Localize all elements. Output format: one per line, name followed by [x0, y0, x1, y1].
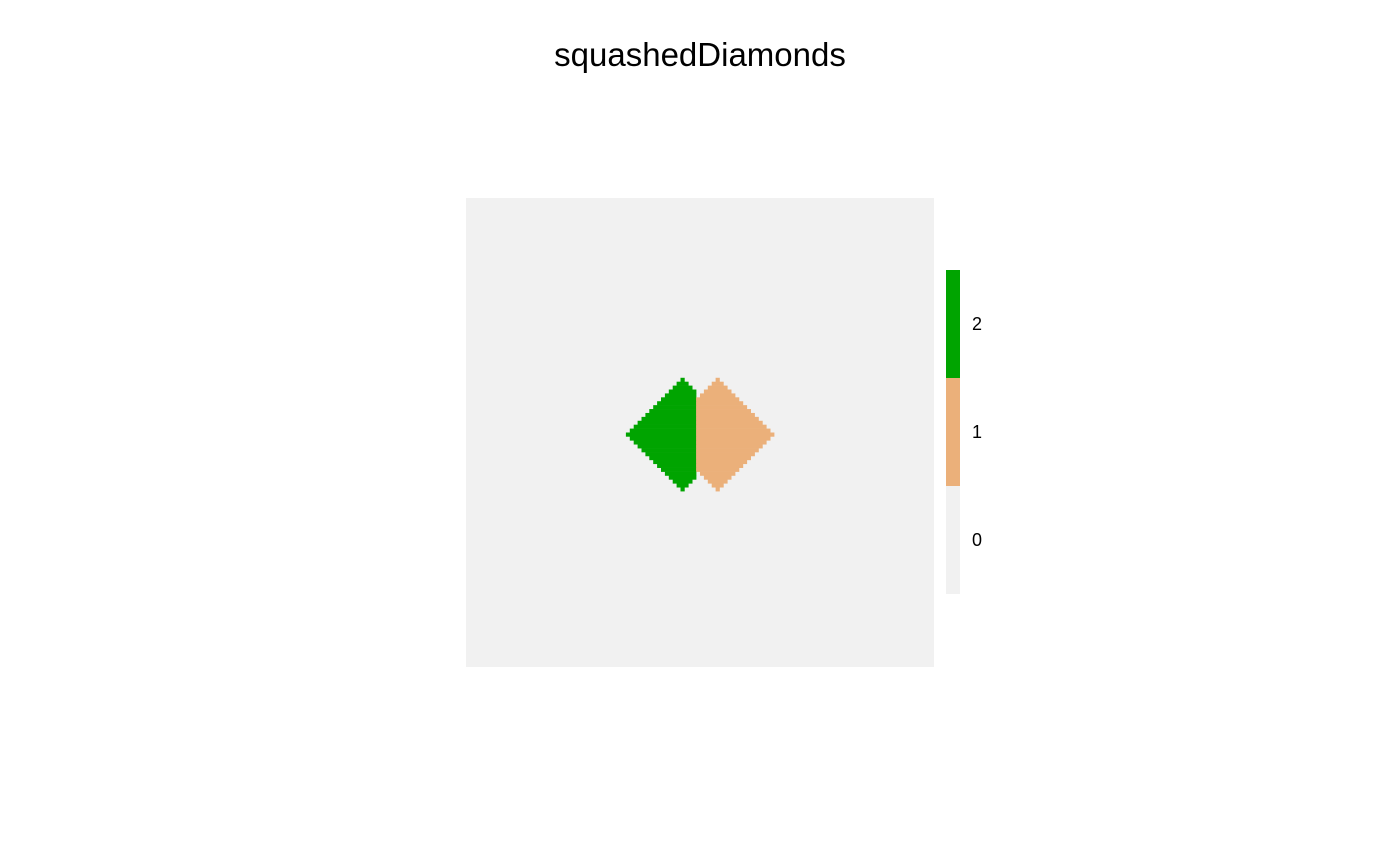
- heatmap-cell-run-value-2: [645, 412, 697, 418]
- heatmap-cell-run-value-1: [696, 412, 755, 418]
- heatmap-cell-run-value-2: [637, 420, 697, 425]
- heatmap-cell-run-value-2: [657, 401, 697, 406]
- heatmap-cell-run-value-1: [696, 455, 751, 461]
- heatmap-cell-run-value-1: [696, 436, 771, 441]
- heatmap-cell-run-value-2: [641, 448, 697, 453]
- heatmap-cell-run-value-1: [696, 452, 755, 457]
- heatmap-cell-run-value-1: [696, 397, 740, 402]
- heatmap-cell-run-value-2: [649, 455, 697, 461]
- heatmap-cell-run-value-2: [668, 475, 697, 480]
- heatmap-cell-run-value-2: [653, 459, 697, 465]
- legend-label-2: 2: [972, 314, 982, 334]
- heatmap-cell-run-value-1: [707, 385, 728, 390]
- legend-label-0: 0: [972, 530, 982, 550]
- heatmap-cell-run-value-2: [641, 416, 697, 422]
- heatmap-cell-run-value-1: [696, 420, 763, 425]
- heatmap-cell-run-value-2: [676, 483, 689, 488]
- heatmap-cell-run-value-1: [696, 440, 767, 445]
- heatmap-cell-run-value-2: [661, 467, 697, 472]
- heatmap-cell-run-value-1: [696, 459, 748, 465]
- heatmap-cell-run-value-1: [715, 377, 720, 382]
- chart-svg: 2 1 0: [466, 198, 982, 667]
- heatmap-cell-run-value-2: [633, 424, 697, 429]
- heatmap-cell-run-value-1: [707, 479, 728, 484]
- heatmap-cell-run-value-2: [664, 393, 697, 398]
- heatmap-cell-run-value-1: [715, 487, 720, 492]
- heatmap-cell-run-value-1: [700, 393, 736, 398]
- heatmap-cell-run-value-1: [700, 471, 736, 476]
- heatmap-cell-run-value-1: [696, 401, 744, 406]
- heatmap-cell-run-value-2: [668, 389, 697, 394]
- heatmap-cell-run-value-1: [696, 448, 759, 453]
- heatmap-cell-run-value-1: [696, 463, 744, 468]
- heatmap-cell-run-value-1: [696, 444, 763, 449]
- heatmap-cell-run-value-2: [676, 381, 689, 386]
- heatmap-cell-run-value-2: [661, 397, 697, 402]
- heatmap-cell-run-value-1: [696, 428, 771, 433]
- heatmap-cell-run-value-2: [680, 377, 685, 382]
- heatmap-cell-run-value-1: [711, 381, 724, 386]
- heatmap-cell-run-value-1: [711, 483, 724, 488]
- heatmap-cell-run-value-1: [696, 424, 767, 429]
- heatmap-cell-run-value-2: [672, 479, 693, 484]
- heatmap-cell-run-value-2: [633, 440, 697, 445]
- legend-label-1: 1: [972, 422, 982, 442]
- legend-swatch-2: [946, 270, 960, 378]
- heatmap-cell-run-value-2: [645, 452, 697, 457]
- heatmap-cell-run-value-2: [657, 463, 697, 468]
- heatmap-cell-run-value-2: [680, 487, 685, 492]
- heatmap-cell-run-value-1: [696, 432, 775, 437]
- figure: squashedDiamonds 210: [0, 0, 1400, 865]
- legend-swatch-0: [946, 486, 960, 594]
- legend: 2 1 0: [946, 270, 982, 594]
- heatmap-cell-run-value-1: [703, 475, 732, 480]
- heatmap-cell-run-value-2: [672, 385, 693, 390]
- heatmap-cell-run-value-1: [696, 416, 759, 422]
- heatmap-cell-run-value-2: [664, 471, 697, 476]
- heatmap-cell-run-value-2: [649, 409, 697, 414]
- heatmap-cell-run-value-2: [637, 444, 697, 449]
- heatmap-cell-run-value-2: [625, 432, 697, 437]
- heatmap-cell-run-value-2: [629, 436, 697, 441]
- heatmap-cell-run-value-2: [653, 405, 697, 410]
- heatmap-cell-run-value-1: [696, 405, 748, 410]
- heatmap-cell-run-value-1: [703, 389, 732, 394]
- heatmap-cell-run-value-1: [696, 467, 740, 472]
- legend-swatch-1: [946, 378, 960, 486]
- heatmap-cell-run-value-1: [696, 409, 751, 414]
- heatmap-raster: [466, 198, 934, 667]
- heatmap-cell-run-value-2: [629, 428, 697, 433]
